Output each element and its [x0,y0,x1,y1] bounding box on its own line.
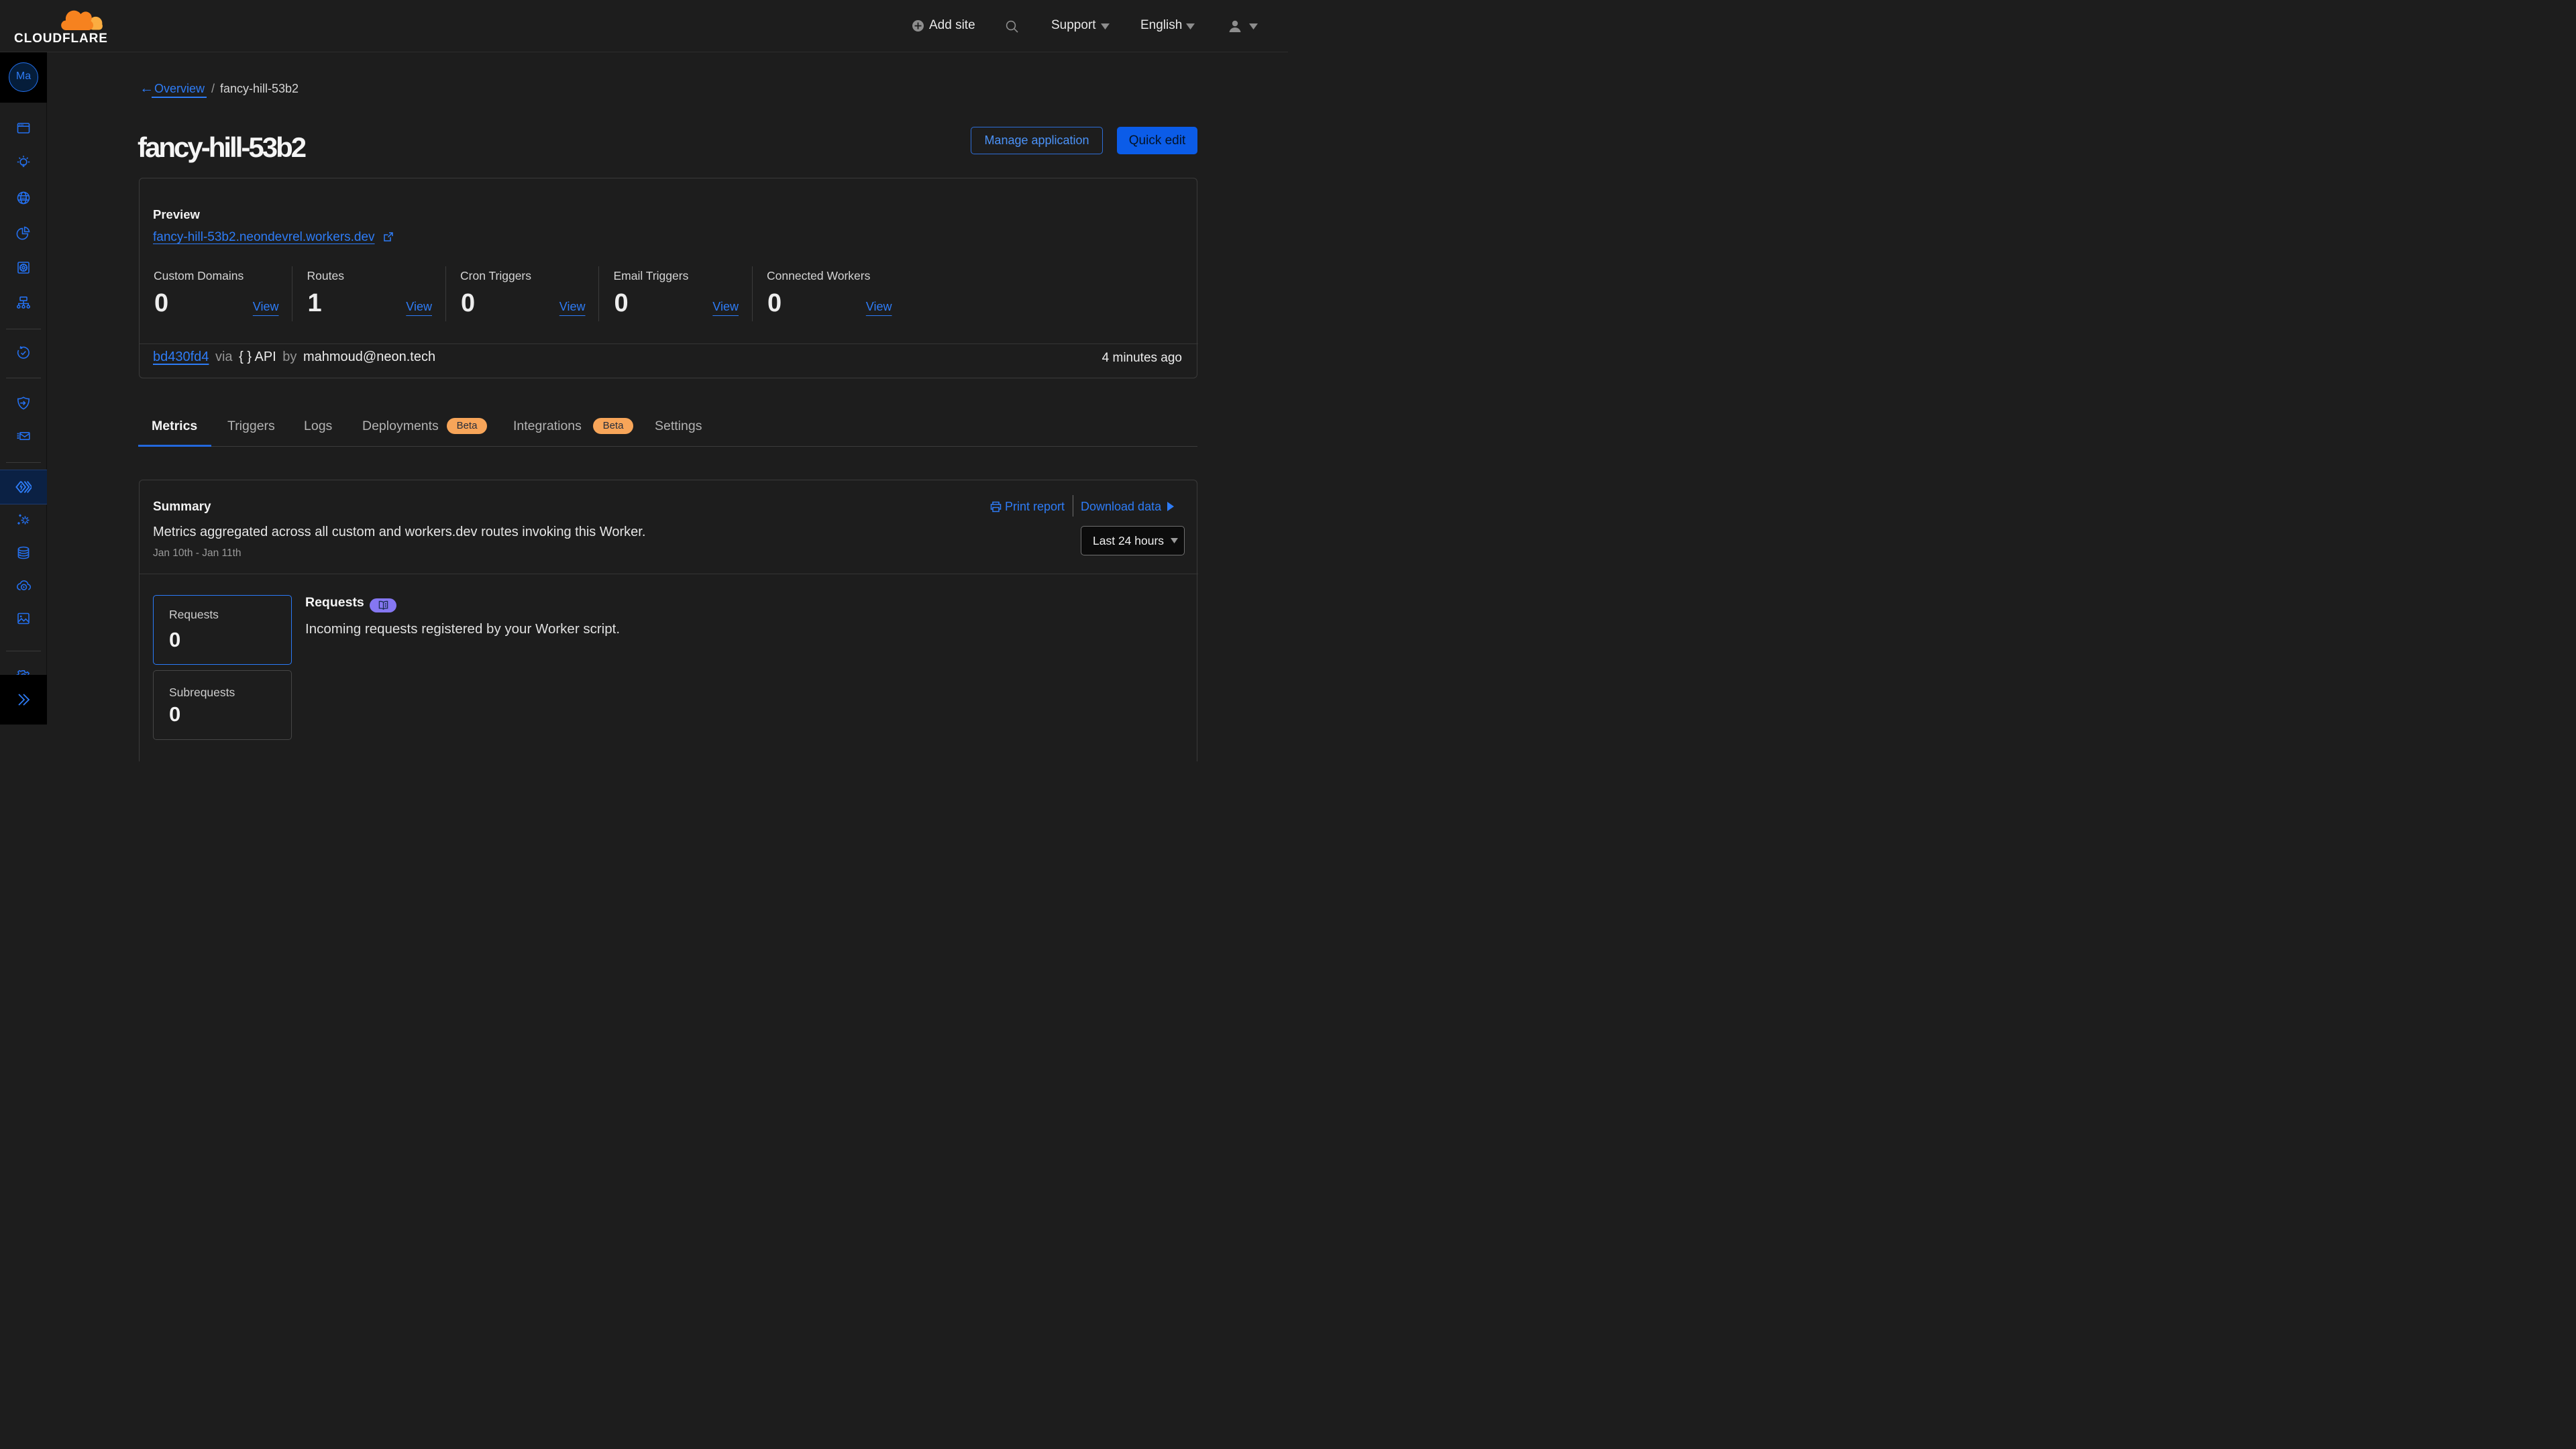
svg-text:www.: www. [19,197,27,200]
